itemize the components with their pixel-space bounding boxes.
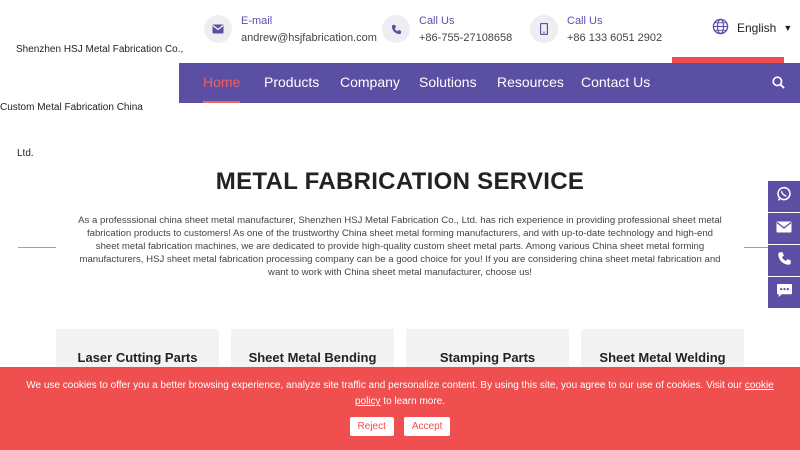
mail-icon (204, 15, 232, 43)
cookie-message-suffix: to learn more. (380, 396, 446, 407)
company-name-line-3[interactable]: Ltd. (17, 148, 34, 159)
search-icon[interactable] (772, 76, 785, 94)
contact-phone-value[interactable]: +86-755-27108658 (419, 31, 512, 46)
cookie-message: We use cookies to offer you a better bro… (0, 367, 800, 410)
intro-paragraph: As a professsional china sheet metal man… (78, 215, 722, 278)
whatsapp-icon (776, 186, 792, 207)
mobile-icon (530, 15, 558, 43)
language-selector[interactable]: English ▼ (712, 18, 792, 38)
phone-icon (777, 251, 792, 271)
globe-icon (712, 18, 729, 38)
side-whatsapp-button[interactable] (768, 181, 800, 212)
company-name-line-1[interactable]: Shenzhen HSJ Metal Fabrication Co., (16, 44, 183, 55)
side-phone-button[interactable] (768, 245, 800, 276)
contact-email-value[interactable]: andrew@hsjfabrication.com (241, 31, 377, 46)
left-divider (18, 247, 56, 248)
contact-email-label: E-mail (241, 15, 273, 27)
contact-mobile-value[interactable]: +86 133 6051 2902 (567, 31, 662, 46)
language-label: English (737, 21, 777, 35)
chevron-down-icon: ▼ (783, 23, 793, 33)
cookie-message-text: We use cookies to offer you a better bro… (26, 380, 743, 391)
reject-button[interactable]: Reject (349, 417, 394, 436)
email-icon (776, 220, 792, 238)
accept-button[interactable]: Accept (403, 417, 451, 436)
main-navigation: Home Products Company Solutions Resource… (179, 63, 800, 103)
nav-item-solutions[interactable]: Solutions (419, 63, 477, 103)
nav-item-company[interactable]: Company (340, 63, 400, 103)
side-email-button[interactable] (768, 213, 800, 244)
contact-mobile[interactable]: Call Us +86 133 6051 2902 (530, 15, 662, 46)
cookie-banner: We use cookies to offer you a better bro… (0, 367, 800, 450)
contact-phone-label: Call Us (419, 15, 455, 27)
contact-phone[interactable]: Call Us +86-755-27108658 (382, 15, 512, 46)
phone-icon (382, 15, 410, 43)
company-name-line-2[interactable]: Custom Metal Fabrication China (0, 102, 143, 113)
chat-icon (776, 283, 793, 303)
page-title: METAL FABRICATION SERVICE (215, 168, 585, 195)
nav-item-contact-us[interactable]: Contact Us (581, 63, 650, 103)
nav-item-resources[interactable]: Resources (497, 63, 564, 103)
contact-email[interactable]: E-mail andrew@hsjfabrication.com (204, 15, 377, 46)
side-chat-button[interactable] (768, 277, 800, 308)
nav-item-home[interactable]: Home (203, 63, 241, 103)
contact-mobile-label: Call Us (567, 15, 603, 27)
nav-item-products[interactable]: Products (264, 63, 319, 103)
